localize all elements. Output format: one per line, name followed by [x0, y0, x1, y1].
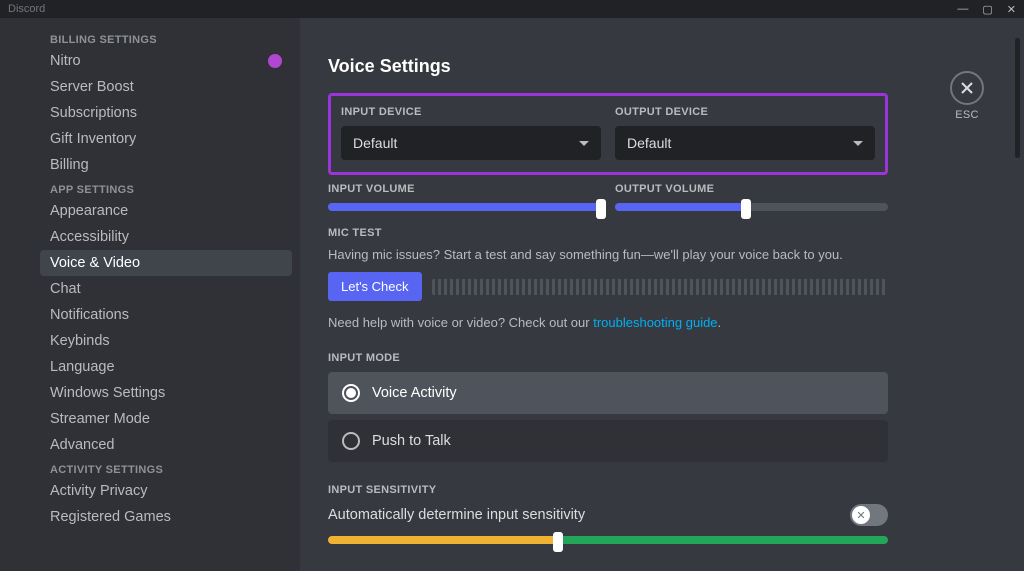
sidebar-item-appearance[interactable]: Appearance [40, 198, 292, 224]
output-volume-label: OUTPUT VOLUME [615, 183, 888, 195]
sidebar-item-gift-inventory[interactable]: Gift Inventory [40, 126, 292, 152]
device-highlight-box: INPUT DEVICE Default OUTPUT DEVICE Defau… [328, 93, 888, 175]
close-label: ESC [950, 109, 984, 121]
close-window-button[interactable]: ✕ [1007, 3, 1016, 16]
sidebar-item-label: Streamer Mode [50, 411, 150, 427]
sidebar-item-label: Registered Games [50, 509, 171, 525]
mic-test-description: Having mic issues? Start a test and say … [328, 247, 888, 262]
sidebar-item-label: Chat [50, 281, 81, 297]
input-mode-group: Voice Activity Push to Talk [328, 372, 888, 462]
sidebar-item-nitro[interactable]: Nitro [40, 48, 292, 74]
output-device-label: OUTPUT DEVICE [615, 106, 875, 118]
close-icon [959, 80, 975, 96]
maximize-button[interactable]: ▢ [982, 3, 992, 16]
sidebar-item-server-boost[interactable]: Server Boost [40, 74, 292, 100]
auto-sensitivity-toggle[interactable]: ✕ [850, 504, 888, 526]
sidebar-item-label: Nitro [50, 53, 81, 69]
sidebar-item-windows-settings[interactable]: Windows Settings [40, 380, 292, 406]
input-sensitivity-label: INPUT SENSITIVITY [328, 484, 888, 496]
sidebar-item-label: Billing [50, 157, 89, 173]
sensitivity-slider[interactable] [328, 536, 888, 544]
input-volume-slider[interactable] [328, 203, 601, 211]
input-mode-label: INPUT MODE [328, 352, 888, 364]
sidebar-item-label: Subscriptions [50, 105, 137, 121]
input-device-value: Default [353, 135, 397, 151]
sidebar-item-language[interactable]: Language [40, 354, 292, 380]
sidebar-item-label: Notifications [50, 307, 129, 323]
sidebar-item-registered-games[interactable]: Registered Games [40, 504, 292, 530]
close-settings-button[interactable] [950, 71, 984, 105]
sidebar-item-activity-privacy[interactable]: Activity Privacy [40, 478, 292, 504]
sidebar-header: BILLING SETTINGS [40, 28, 292, 48]
input-mode-voice-activity[interactable]: Voice Activity [328, 372, 888, 414]
sidebar-header: ACTIVITY SETTINGS [40, 458, 292, 478]
mic-test-label: MIC TEST [328, 227, 888, 239]
output-device-value: Default [627, 135, 671, 151]
window-controls: — ▢ ✕ [957, 3, 1016, 16]
sidebar-item-label: Server Boost [50, 79, 134, 95]
input-device-select[interactable]: Default [341, 126, 601, 160]
help-suffix: . [718, 315, 722, 330]
radio-icon [342, 384, 360, 402]
output-volume-slider[interactable] [615, 203, 888, 211]
settings-sidebar: BILLING SETTINGS Nitro Server Boost Subscri… [0, 18, 300, 571]
chevron-down-icon [579, 141, 589, 146]
mic-test-button[interactable]: Let's Check [328, 272, 422, 301]
settings-content: ESC Voice Settings INPUT DEVICE Default … [300, 18, 1024, 571]
sidebar-item-voice-video[interactable]: Voice & Video [40, 250, 292, 276]
chevron-down-icon [853, 141, 863, 146]
minimize-button[interactable]: — [957, 3, 968, 16]
sidebar-item-label: Windows Settings [50, 385, 165, 401]
sidebar-item-subscriptions[interactable]: Subscriptions [40, 100, 292, 126]
input-mode-push-to-talk[interactable]: Push to Talk [328, 420, 888, 462]
input-device-label: INPUT DEVICE [341, 106, 601, 118]
help-text: Need help with voice or video? Check out… [328, 315, 888, 330]
sidebar-item-label: Voice & Video [50, 255, 140, 271]
sidebar-item-billing[interactable]: Billing [40, 152, 292, 178]
titlebar: Discord — ▢ ✕ [0, 0, 1024, 18]
sidebar-item-chat[interactable]: Chat [40, 276, 292, 302]
sidebar-item-advanced[interactable]: Advanced [40, 432, 292, 458]
sidebar-item-keybinds[interactable]: Keybinds [40, 328, 292, 354]
troubleshooting-link[interactable]: troubleshooting guide [593, 315, 717, 330]
nitro-badge-icon [268, 54, 282, 68]
sidebar-item-label: Language [50, 359, 115, 375]
help-prefix: Need help with voice or video? Check out… [328, 315, 593, 330]
sidebar-item-label: Keybinds [50, 333, 110, 349]
sidebar-item-label: Accessibility [50, 229, 129, 245]
sidebar-item-notifications[interactable]: Notifications [40, 302, 292, 328]
sidebar-item-streamer-mode[interactable]: Streamer Mode [40, 406, 292, 432]
radio-label: Push to Talk [372, 433, 451, 449]
sidebar-item-label: Gift Inventory [50, 131, 136, 147]
sidebar-item-accessibility[interactable]: Accessibility [40, 224, 292, 250]
mic-meter [432, 279, 888, 295]
sidebar-item-label: Activity Privacy [50, 483, 148, 499]
input-volume-label: INPUT VOLUME [328, 183, 601, 195]
auto-sensitivity-label: Automatically determine input sensitivit… [328, 507, 585, 523]
sidebar-item-label: Advanced [50, 437, 115, 453]
radio-icon [342, 432, 360, 450]
app-name: Discord [8, 3, 45, 15]
scrollbar[interactable] [1015, 38, 1020, 158]
output-device-select[interactable]: Default [615, 126, 875, 160]
page-title: Voice Settings [328, 56, 888, 77]
sidebar-item-label: Appearance [50, 203, 128, 219]
sidebar-header: APP SETTINGS [40, 178, 292, 198]
radio-label: Voice Activity [372, 385, 457, 401]
